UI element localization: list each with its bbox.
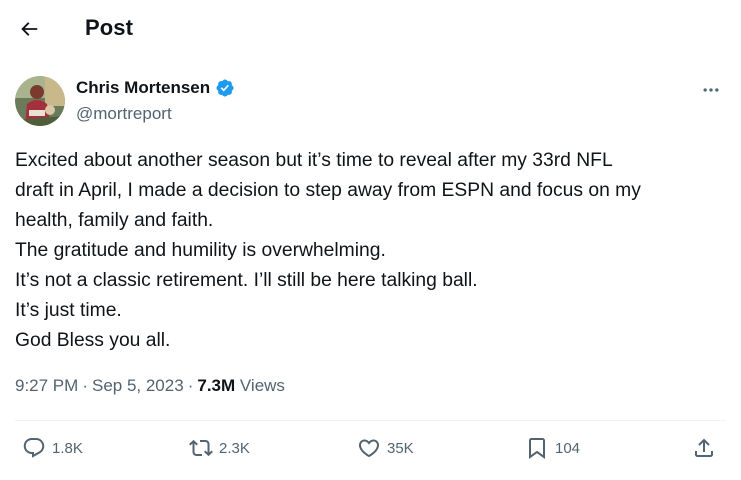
back-button[interactable] bbox=[14, 14, 44, 44]
tweet-line: draft in April, I made a decision to ste… bbox=[15, 180, 641, 201]
page-header: Post bbox=[0, 0, 741, 58]
like-count: 35K bbox=[387, 439, 414, 457]
meta-separator: · bbox=[187, 376, 194, 395]
like-icon bbox=[358, 439, 380, 458]
tweet-text: Excited about another season but it’s ti… bbox=[15, 146, 727, 356]
back-arrow-icon bbox=[21, 22, 38, 36]
author-name[interactable]: Chris Mortensen bbox=[76, 78, 210, 98]
like-button[interactable]: 35K bbox=[357, 436, 414, 460]
bookmark-icon bbox=[529, 438, 545, 459]
author-handle[interactable]: @mortreport bbox=[76, 104, 172, 124]
tweet-date[interactable]: Sep 5, 2023 bbox=[92, 376, 184, 395]
author-name-row: Chris Mortensen bbox=[76, 78, 235, 98]
post-page: Post Chris Mortensen @mortreport Excited… bbox=[0, 0, 741, 480]
verified-badge-icon bbox=[215, 78, 235, 98]
repost-icon bbox=[189, 439, 213, 457]
meta-separator: · bbox=[82, 376, 88, 395]
tweet-meta: 9:27 PM · Sep 5, 2023 · 7.3M Views bbox=[15, 376, 285, 396]
reply-icon bbox=[23, 438, 45, 458]
views-count: 7.3M bbox=[197, 376, 236, 395]
views-label: Views bbox=[239, 376, 285, 395]
bookmark-button[interactable]: 104 bbox=[525, 436, 580, 460]
reply-button[interactable]: 1.8K bbox=[22, 436, 83, 460]
tweet-line: The gratitude and humility is overwhelmi… bbox=[15, 240, 386, 261]
reply-count: 1.8K bbox=[52, 439, 83, 457]
action-bar: 1.8K 2.3K 35K 104 bbox=[0, 424, 741, 478]
tweet-line: It’s not a classic retirement. I’ll stil… bbox=[15, 270, 478, 291]
tweet-time[interactable]: 9:27 PM bbox=[15, 376, 78, 395]
avatar[interactable] bbox=[15, 76, 65, 126]
tweet-line: health, family and faith. bbox=[15, 210, 214, 231]
page-title: Post bbox=[85, 15, 134, 40]
repost-count: 2.3K bbox=[219, 439, 250, 457]
more-button[interactable] bbox=[699, 78, 723, 102]
tweet-line: Excited about another season but it’s ti… bbox=[15, 150, 613, 171]
bookmark-count: 104 bbox=[555, 439, 581, 457]
repost-button[interactable]: 2.3K bbox=[189, 436, 250, 460]
tweet-line: It’s just time. bbox=[15, 300, 122, 321]
divider bbox=[15, 420, 726, 421]
share-icon bbox=[695, 438, 713, 457]
share-button[interactable] bbox=[692, 436, 716, 460]
tweet-line: God Bless you all. bbox=[15, 330, 171, 351]
more-icon bbox=[703, 88, 719, 92]
